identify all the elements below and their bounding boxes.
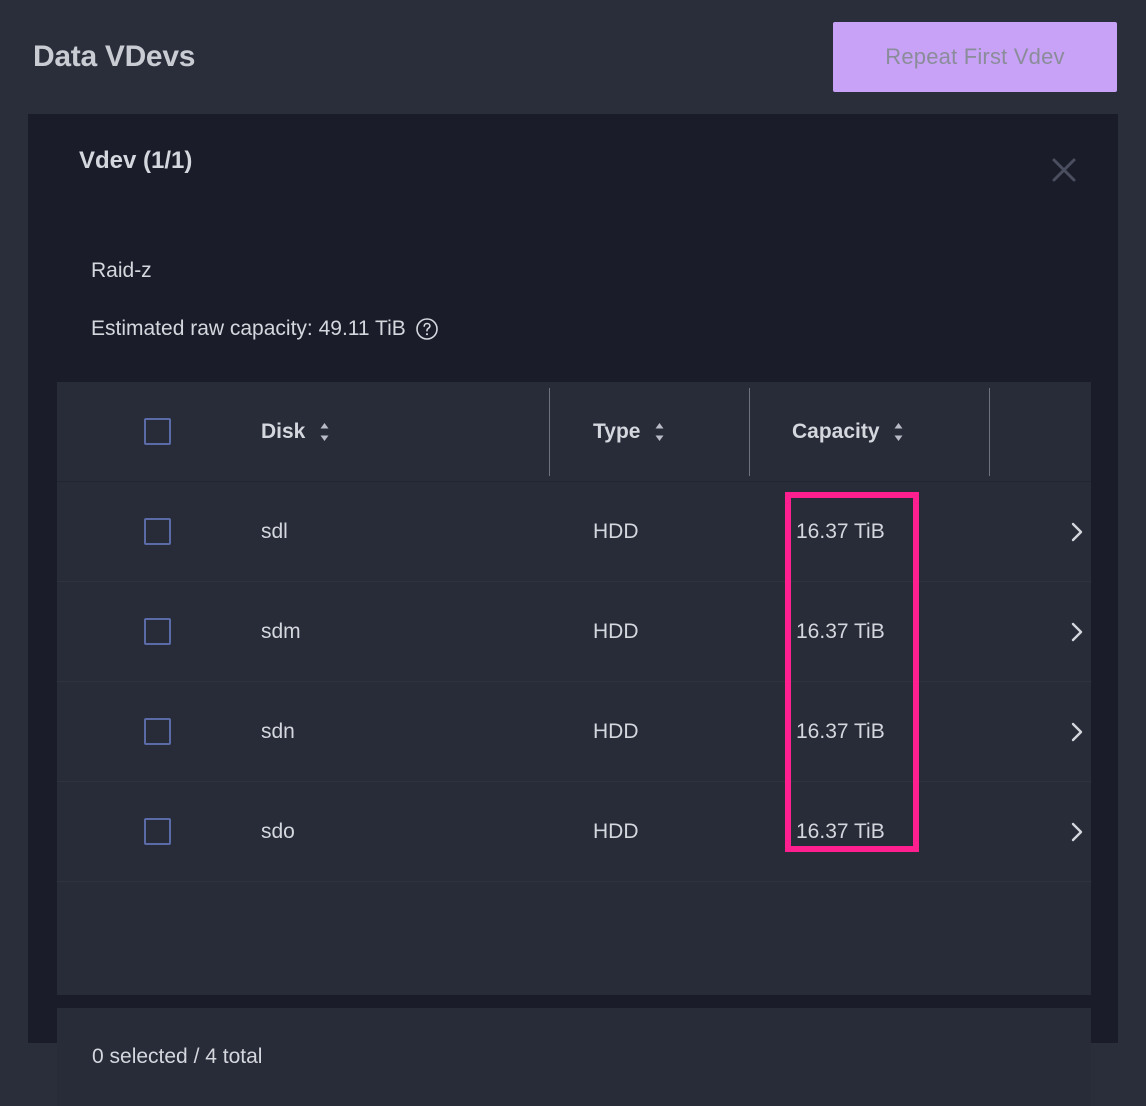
page-header: Data VDevs Repeat First Vdev xyxy=(0,0,1146,114)
estimated-raw-capacity: Estimated raw capacity: 49.11 TiB xyxy=(91,317,439,341)
row-select-cell xyxy=(57,682,257,781)
selection-status: 0 selected / 4 total xyxy=(92,1045,263,1068)
column-header-disk[interactable]: Disk xyxy=(261,382,330,481)
column-divider xyxy=(749,388,750,476)
column-divider xyxy=(549,388,550,476)
table-row[interactable]: sdo HDD 16.37 TiB xyxy=(57,782,1091,882)
row-select-cell xyxy=(57,582,257,681)
cell-capacity: 16.37 TiB xyxy=(796,619,885,643)
row-checkbox[interactable] xyxy=(143,718,171,745)
table-row[interactable]: sdn HDD 16.37 TiB xyxy=(57,682,1091,782)
help-circle-icon[interactable] xyxy=(415,317,439,341)
row-select-cell xyxy=(57,782,257,881)
select-all-cell xyxy=(57,382,257,481)
cell-disk: sdo xyxy=(261,819,295,843)
cell-capacity: 16.37 TiB xyxy=(796,519,885,543)
repeat-first-vdev-button[interactable]: Repeat First Vdev xyxy=(833,22,1117,92)
chevron-right-icon[interactable] xyxy=(1047,682,1107,781)
vdev-card: Vdev (1/1) Raid-z Estimated raw capacity… xyxy=(28,114,1118,1106)
column-header-capacity[interactable]: Capacity xyxy=(792,382,905,481)
table-bottom-spacer xyxy=(57,882,1091,894)
column-header-disk-label: Disk xyxy=(261,419,306,443)
raid-type-label: Raid-z xyxy=(91,259,152,282)
column-header-type[interactable]: Type xyxy=(593,382,665,481)
cell-disk: sdm xyxy=(261,619,301,643)
vdev-card-header: Vdev (1/1) xyxy=(28,114,1118,214)
row-checkbox[interactable] xyxy=(143,518,171,545)
sort-updown-icon[interactable] xyxy=(653,422,665,442)
sort-updown-icon[interactable] xyxy=(893,422,905,442)
vdev-card-title: Vdev (1/1) xyxy=(79,147,193,174)
cell-capacity: 16.37 TiB xyxy=(796,719,885,743)
cell-type: HDD xyxy=(593,619,639,643)
column-divider xyxy=(989,388,990,476)
cell-disk: sdl xyxy=(261,519,288,543)
table-header-row: Disk Type Capacity xyxy=(57,382,1091,482)
table-row[interactable]: sdm HDD 16.37 TiB xyxy=(57,582,1091,682)
disks-table: Disk Type Capacity sdl HDD 16.37 TiB sdm… xyxy=(57,382,1091,995)
chevron-right-icon[interactable] xyxy=(1047,482,1107,581)
row-checkbox[interactable] xyxy=(143,618,171,645)
row-checkbox[interactable] xyxy=(143,818,171,845)
cell-type: HDD xyxy=(593,819,639,843)
cell-disk: sdn xyxy=(261,719,295,743)
table-row[interactable]: sdl HDD 16.37 TiB xyxy=(57,482,1091,582)
column-header-type-label: Type xyxy=(593,419,641,443)
cell-type: HDD xyxy=(593,719,639,743)
table-footer: 0 selected / 4 total xyxy=(57,1008,1091,1106)
sort-updown-icon[interactable] xyxy=(318,422,330,442)
chevron-right-icon[interactable] xyxy=(1047,582,1107,681)
cell-capacity: 16.37 TiB xyxy=(796,819,885,843)
estimated-raw-capacity-text: Estimated raw capacity: 49.11 TiB xyxy=(91,317,406,340)
page-title: Data VDevs xyxy=(33,40,196,73)
select-all-checkbox[interactable] xyxy=(143,418,171,445)
cell-type: HDD xyxy=(593,519,639,543)
column-header-capacity-label: Capacity xyxy=(792,419,880,443)
chevron-right-icon[interactable] xyxy=(1047,782,1107,881)
close-icon[interactable] xyxy=(1033,147,1095,193)
row-select-cell xyxy=(57,482,257,581)
